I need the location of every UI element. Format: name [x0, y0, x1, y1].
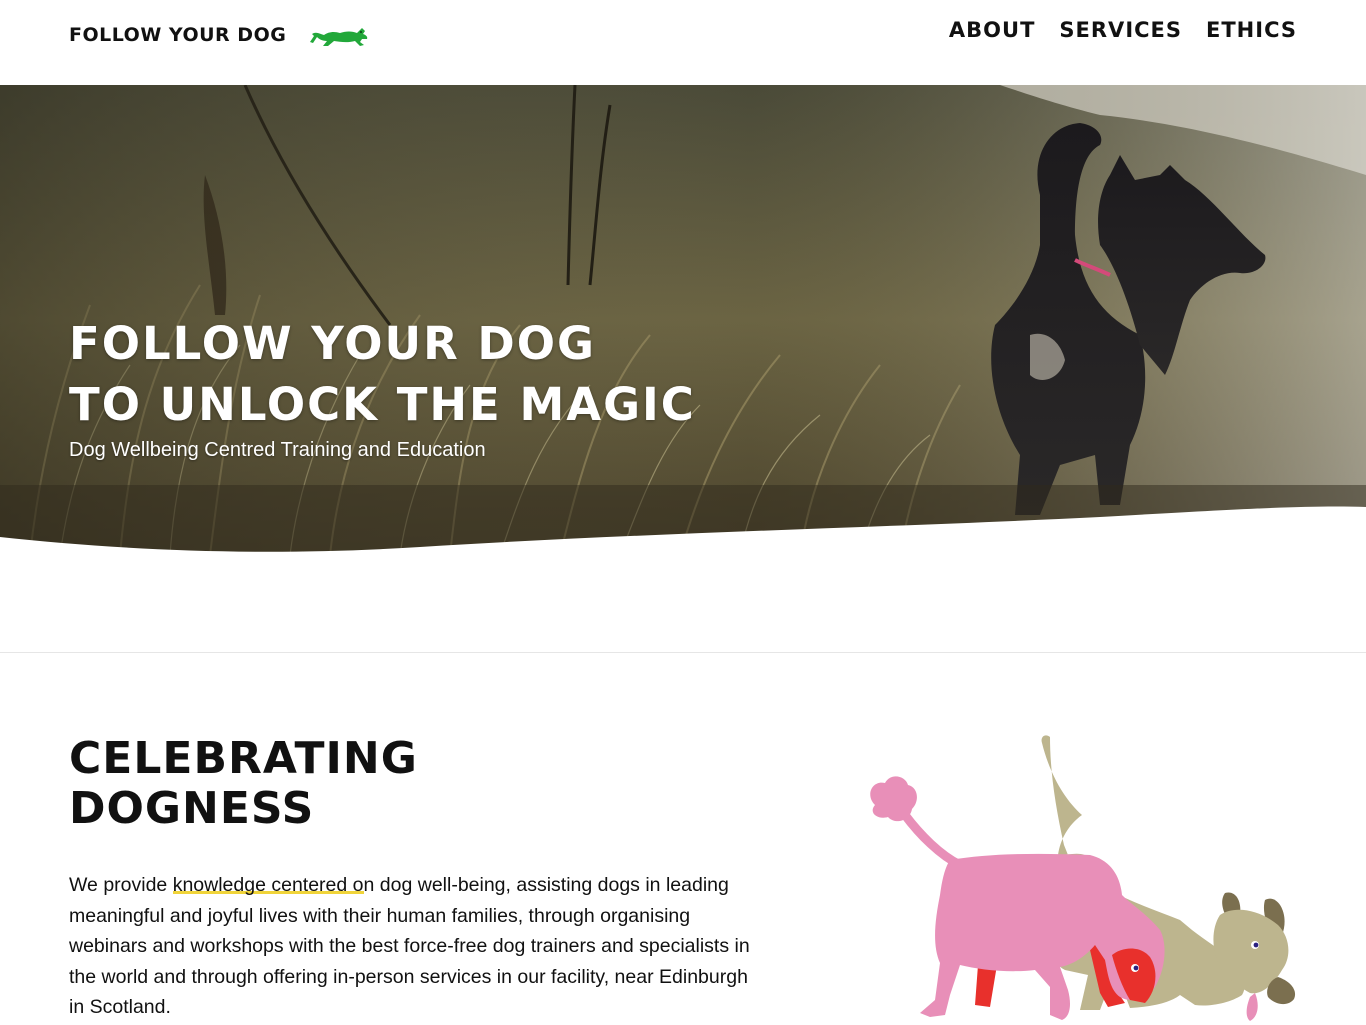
pink-dog-icon — [870, 776, 1165, 1020]
section-title: CELEBRATING DOGNESS — [69, 734, 418, 834]
section-body: We provide knowledge centered on dog wel… — [69, 870, 759, 1023]
nav-services[interactable]: SERVICES — [1059, 18, 1182, 42]
section-title-line1: CELEBRATING — [69, 733, 418, 784]
brand-link[interactable]: FOLLOW YOUR DOG — [69, 22, 370, 48]
body-highlight: knowledge centered o — [172, 874, 364, 896]
brand-name: FOLLOW YOUR DOG — [69, 24, 287, 46]
running-dog-icon — [310, 28, 368, 46]
main-nav: ABOUT SERVICES ETHICS — [949, 18, 1297, 42]
hero-title-line1: FOLLOW YOUR DOG — [69, 317, 596, 370]
site-header: FOLLOW YOUR DOG ABOUT SERVICES ETHICS — [0, 0, 1366, 85]
hero-title: FOLLOW YOUR DOG TO UNLOCK THE MAGIC — [69, 313, 696, 435]
hero-wave-divider — [0, 506, 1366, 555]
hero-title-line2: TO UNLOCK THE MAGIC — [69, 378, 696, 431]
section-divider — [0, 652, 1366, 653]
hero-subtitle: Dog Wellbeing Centred Training and Educa… — [69, 439, 486, 461]
body-text-start: We provide — [69, 874, 173, 896]
nav-about[interactable]: ABOUT — [949, 18, 1036, 42]
dogs-illustration — [870, 735, 1296, 1021]
nav-ethics[interactable]: ETHICS — [1206, 18, 1297, 42]
hero-banner: FOLLOW YOUR DOG TO UNLOCK THE MAGIC Dog … — [0, 85, 1366, 555]
section-title-line2: DOGNESS — [69, 783, 315, 834]
